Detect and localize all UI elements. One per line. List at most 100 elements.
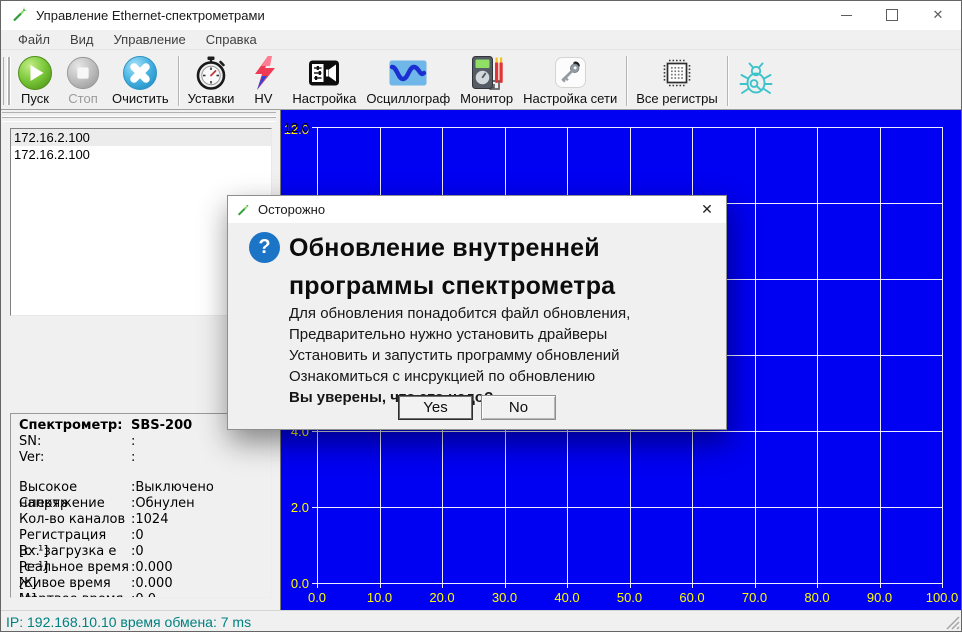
x-tick-label: 10.0: [367, 590, 392, 605]
info-row-label: Кол-во каналов: [19, 512, 131, 528]
y-gridline: [317, 431, 942, 432]
info-row: Спектр:Обнулен: [19, 496, 271, 512]
close-button[interactable]: ✕: [915, 0, 961, 30]
toolbar-button-setpoints[interactable]: Уставки: [183, 51, 240, 107]
info-row-value: :Обнулен: [131, 496, 195, 512]
dialog-body: Для обновления понадобится файл обновлен…: [289, 303, 630, 408]
toolbar-button-start[interactable]: Пуск: [11, 51, 59, 107]
menu-item-view[interactable]: Вид: [60, 30, 104, 50]
app-wand-icon: [11, 7, 27, 23]
toolbar-label: HV: [254, 92, 272, 106]
minimize-icon: [841, 15, 852, 16]
key-icon: [551, 54, 589, 92]
y-tick: [312, 127, 317, 128]
toolbar-button-clear[interactable]: Очистить: [107, 51, 174, 107]
dialog-body-line: Ознакомиться с инсрукцией по обновлению: [289, 366, 630, 387]
play-icon: [16, 54, 54, 92]
dialog-body-line: Предварительно нужно установить драйверы: [289, 324, 630, 345]
maximize-icon: [886, 9, 898, 21]
toolbar-label: Очистить: [112, 92, 169, 106]
toolbar-label: Все регистры: [636, 92, 718, 106]
info-row-value: :Выключено: [131, 480, 214, 496]
toolbar-label: Осциллограф: [366, 92, 450, 106]
info-row: Мертвое время [%]:0.0: [19, 592, 271, 598]
toolbar-button-oscilloscope[interactable]: Осциллограф: [361, 51, 455, 107]
info-row: Высокое напряжение:Выключено: [19, 480, 271, 496]
toolbar-label: Настройка: [292, 92, 356, 106]
toolbar-label: Уставки: [188, 92, 235, 106]
x-tick-label: 70.0: [742, 590, 767, 605]
menu-item-help[interactable]: Справка: [196, 30, 267, 50]
menu-bar: ФайлВидУправлениеСправка: [0, 30, 962, 50]
menu-item-file[interactable]: Файл: [8, 30, 60, 50]
toolbar-separator: [626, 56, 627, 106]
stop-icon: [64, 54, 102, 92]
y-gridline: [317, 583, 942, 584]
resize-grip-icon[interactable]: [946, 616, 960, 630]
x-tick-label: 60.0: [679, 590, 704, 605]
window-title: Управление Ethernet-спектрометрами: [36, 8, 265, 23]
menu-item-control[interactable]: Управление: [104, 30, 196, 50]
x-gridline: [942, 127, 943, 583]
minimize-button[interactable]: [823, 0, 869, 30]
info-row: Вх. загрузка е [с⁻¹]:0: [19, 544, 271, 560]
info-row: Реальное время [с]:0.000: [19, 560, 271, 576]
dialog-heading-line: программы спектрометра: [289, 267, 615, 305]
toolbar-grip[interactable]: [3, 57, 8, 105]
toolbar-button-settings[interactable]: Настройка: [287, 51, 361, 107]
toolbar-separator: [727, 56, 728, 106]
x-tick-label: 50.0: [617, 590, 642, 605]
info-row-label: Спектр: [19, 496, 131, 512]
info-row: Живое время [с]:0.000: [19, 576, 271, 592]
y-tick: [312, 507, 317, 508]
dialog-close-icon: ✕: [701, 201, 713, 218]
toolbar-label: Настройка сети: [523, 92, 617, 106]
dialog-body-line: Установить и запустить программу обновле…: [289, 345, 630, 366]
panel-grip[interactable]: [2, 117, 276, 122]
yes-button[interactable]: Yes: [398, 395, 473, 420]
info-row-label: Регистрация [с⁻¹]: [19, 528, 131, 544]
toolbar-button-stop[interactable]: Стоп: [59, 51, 107, 107]
dialog-title: Осторожно: [258, 202, 325, 217]
y-gridline: [317, 127, 942, 128]
info-row-value: :0.0: [131, 592, 156, 598]
maximize-button[interactable]: [869, 0, 915, 30]
debug-bug-icon: [737, 60, 775, 98]
info-row-label: Ver:: [19, 450, 131, 466]
dialog-heading-line: Обновление внутренней: [289, 229, 615, 267]
toolbar-button-monitor[interactable]: Монитор: [455, 51, 518, 107]
info-row-label: Спектрометр:: [19, 418, 131, 434]
info-row: Регистрация [с⁻¹]:0: [19, 528, 271, 544]
toolbar: Пуск Стоп Очистить: [0, 51, 962, 110]
info-row-label: Живое время [с]: [19, 576, 131, 592]
close-icon: ✕: [933, 7, 944, 23]
info-row-label: Вх. загрузка е [с⁻¹]: [19, 544, 131, 560]
no-button[interactable]: No: [481, 395, 556, 420]
x-tick-label: 40.0: [554, 590, 579, 605]
info-row: SN::: [19, 434, 271, 450]
status-text: IP: 192.168.10.10 время обмена: 7 ms: [6, 614, 251, 630]
device-list-item[interactable]: 172.16.2.100: [11, 129, 271, 146]
dialog-close-button[interactable]: ✕: [688, 196, 726, 223]
window-controls: ✕: [823, 0, 961, 30]
x-tick-label: 0.0: [308, 590, 326, 605]
info-row-value: :1024: [131, 512, 168, 528]
y-tick-label: 12.0: [269, 120, 309, 135]
info-row-value: :0: [131, 544, 144, 560]
question-icon: ?: [249, 232, 280, 263]
toolbar-button-debug[interactable]: [732, 51, 780, 107]
info-row-value: :: [131, 450, 135, 466]
lightning-icon: [244, 54, 282, 92]
info-row-value: SBS-200: [131, 418, 192, 434]
toolbar-button-network-settings[interactable]: Настройка сети: [518, 51, 622, 107]
x-tick-label: 20.0: [429, 590, 454, 605]
x-tick-label: 100.0: [926, 590, 959, 605]
wave-icon: [389, 54, 427, 92]
device-list-item[interactable]: 172.16.2.100: [11, 146, 271, 163]
tuning-icon: [305, 54, 343, 92]
toolbar-button-hv[interactable]: HV: [239, 51, 287, 107]
toolbar-button-all-registers[interactable]: Все регистры: [631, 51, 723, 107]
dialog-title-bar: Осторожно ✕: [228, 196, 726, 223]
toolbar-label: Стоп: [68, 92, 97, 106]
x-tick: [942, 583, 943, 588]
